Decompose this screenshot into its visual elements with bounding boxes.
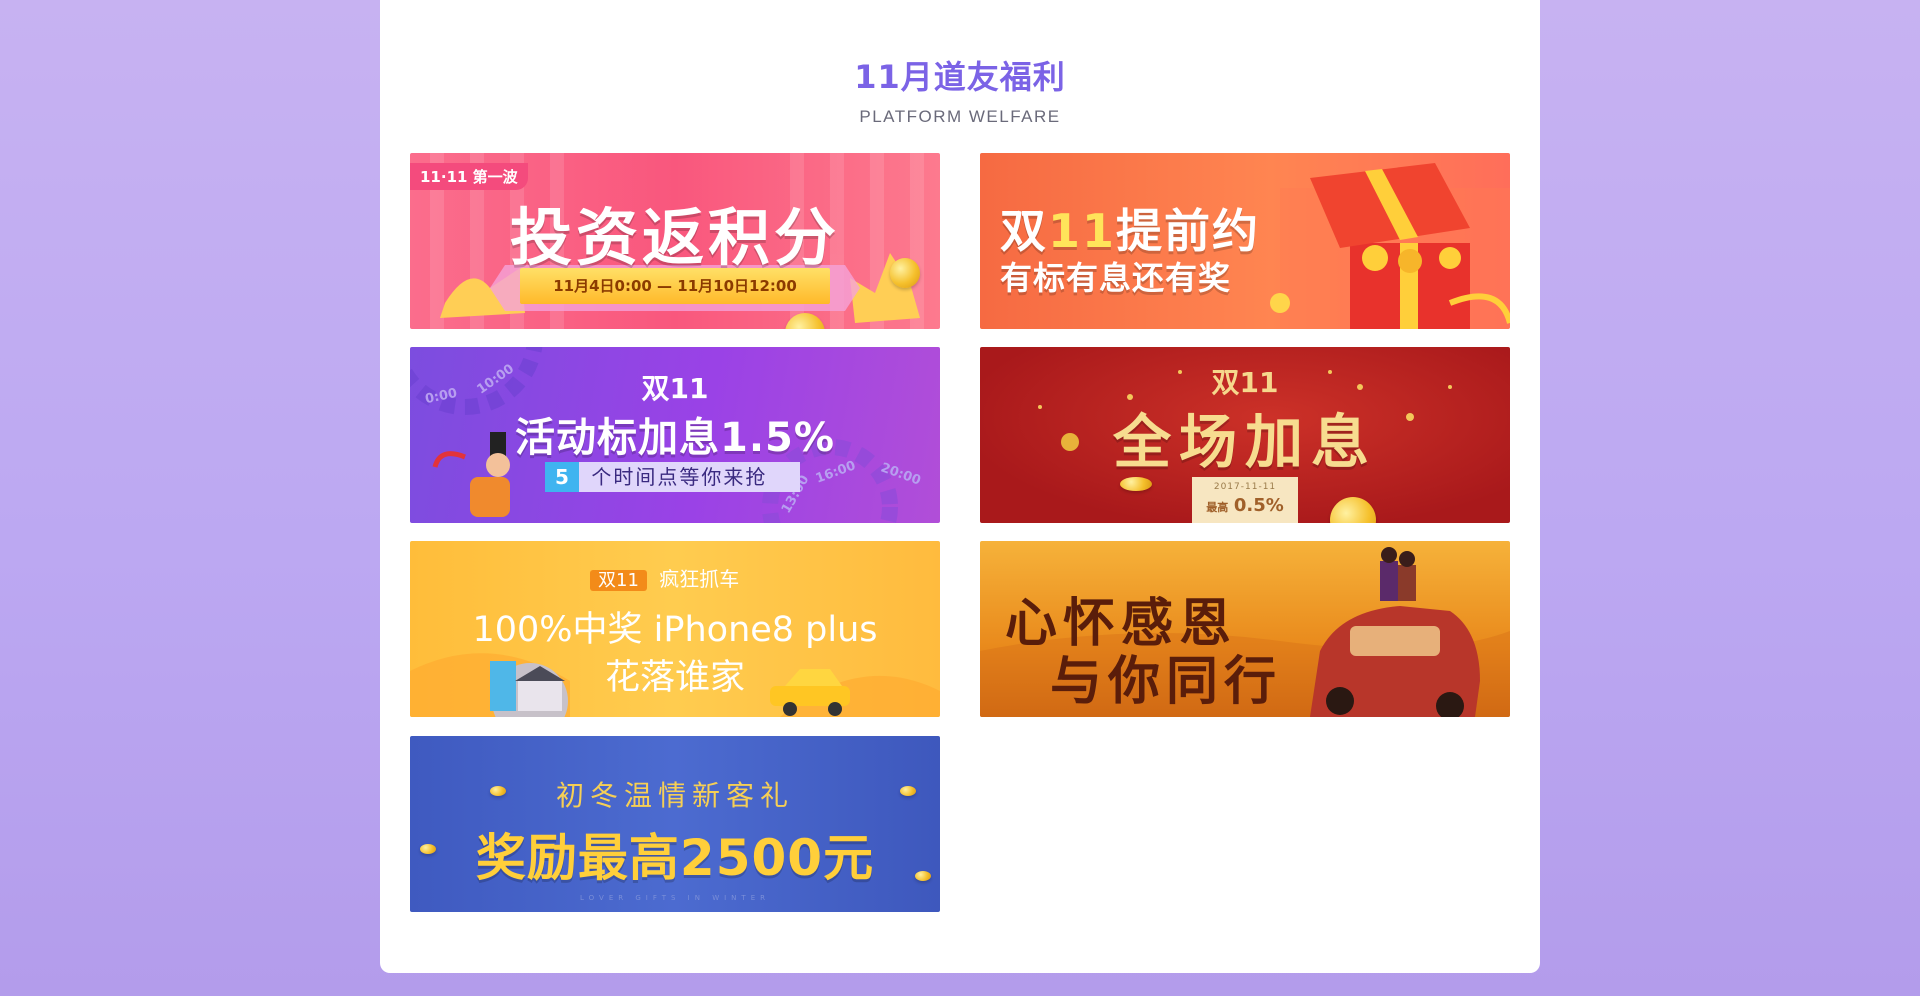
booking-line-1: 双11提前约 — [1000, 195, 1260, 261]
banner-car-lottery[interactable]: 双11 疯狂抓车 100%中奖 iPhone8 plus 花落谁家 — [410, 541, 940, 717]
slot-count: 5 — [545, 462, 579, 492]
welfare-card: 11月道友福利 PLATFORM WELFARE 11·11 第一波 投资返积分… — [380, 0, 1540, 973]
page-subtitle: PLATFORM WELFARE — [859, 107, 1061, 126]
prize-line: 100%中奖 iPhone8 plus — [472, 610, 878, 650]
banner-headline: 全场加息 — [1112, 408, 1377, 476]
banner-thanksgiving[interactable]: 心怀感恩 与你同行 — [980, 541, 1510, 717]
car-lottery-tag: 双11 疯狂抓车 — [590, 563, 739, 592]
ticket-max-value: 0.5% — [1233, 495, 1284, 516]
eleven-text: 11 — [1048, 204, 1117, 258]
prize-line-2: 花落谁家 — [604, 658, 745, 698]
coin-icon — [1120, 477, 1152, 491]
rate-ticket: 2017-11-11 最高 0.5% — [1192, 477, 1298, 523]
banner-headline: 活动标加息1.5% — [515, 415, 835, 461]
page-title: 11月道友福利 — [854, 58, 1066, 96]
date-range: 11月4日0:00 — 11月10日12:00 — [520, 268, 830, 304]
gift-fine-print: LOVER GIFTS IN WINTER — [580, 894, 770, 902]
double-eleven-badge: 双11 — [641, 372, 709, 405]
gift-subtitle: 初冬温情新客礼 — [555, 779, 794, 812]
wave-tag: 11·11 第一波 — [410, 163, 528, 190]
banner-new-customer-gift[interactable]: 初冬温情新客礼 奖励最高2500元 LOVER GIFTS IN WINTER — [410, 736, 940, 912]
banner-invest-points[interactable]: 11·11 第一波 投资返积分 11月4日0:00 — 11月10日12:00 — [410, 153, 940, 329]
coin-icon — [890, 258, 920, 288]
banner-pre-booking[interactable]: 双11提前约 有标有息还有奖 — [980, 153, 1510, 329]
booking-text: 提前约 — [1116, 204, 1261, 258]
ticket-date: 2017-11-11 — [1213, 482, 1277, 492]
car-lottery-text: 疯狂抓车 — [659, 567, 740, 591]
double-eleven-badge: 双11 — [590, 570, 647, 591]
banner-headline: 投资返积分 — [509, 201, 840, 274]
shuang-text: 双 — [1000, 204, 1048, 258]
banner-rate-boost[interactable]: 0:00 10:00 13:00 16:00 20:00 双11 活动标加息1.… — [410, 347, 940, 523]
booking-line-2: 有标有息还有奖 — [1000, 259, 1232, 297]
time-slots-strip: 5 个时间点等你来抢 — [545, 462, 800, 492]
ticket-max-label: 最高 — [1206, 501, 1229, 514]
ticket-rate: 最高 0.5% — [1192, 495, 1298, 516]
thanks-line-2: 与你同行 — [1050, 651, 1283, 712]
banner-all-rate-boost[interactable]: 双11 全场加息 2017-11-11 最高 0.5% — [980, 347, 1510, 523]
slot-text: 个时间点等你来抢 — [591, 465, 768, 489]
banner-headline: 奖励最高2500元 — [475, 829, 875, 887]
